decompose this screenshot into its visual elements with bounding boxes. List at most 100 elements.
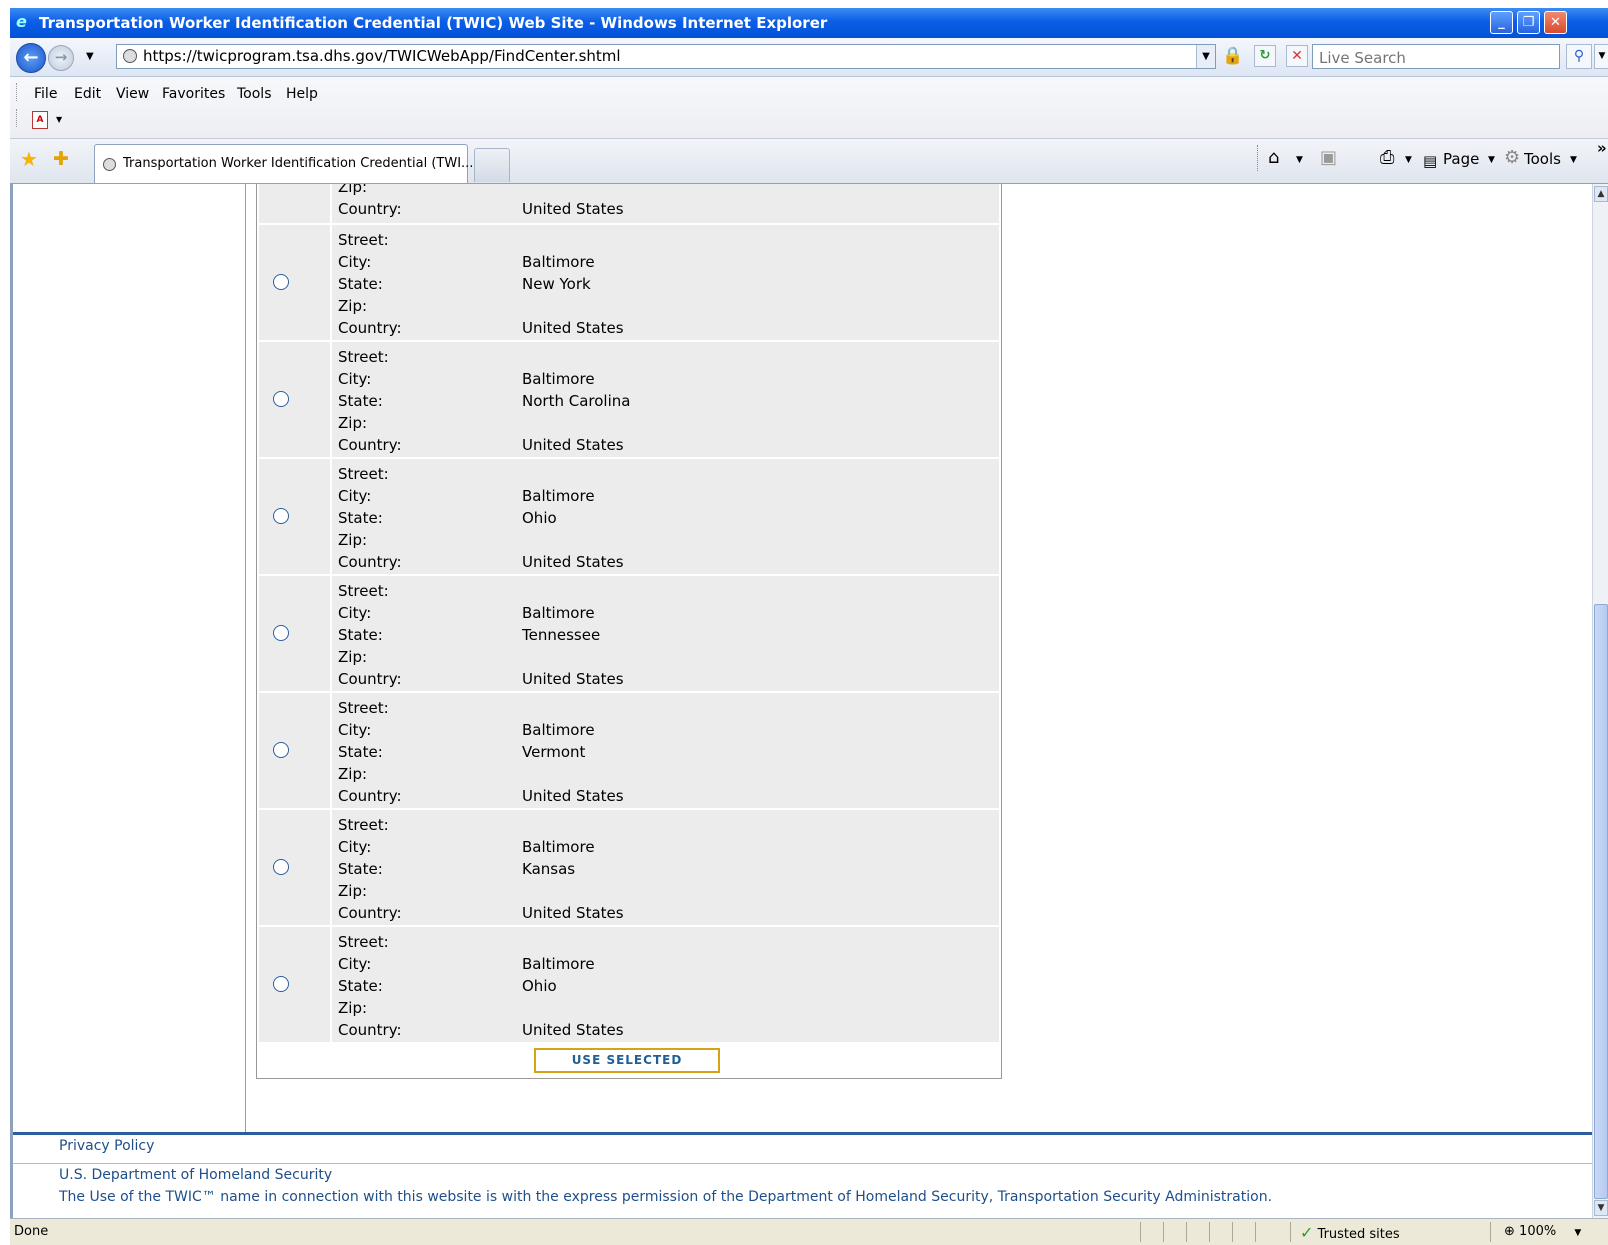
page-dropdown-icon[interactable]: ▼ bbox=[1488, 155, 1495, 165]
forward-button[interactable]: → bbox=[48, 45, 74, 71]
zoom-level: 100% bbox=[1519, 1224, 1557, 1239]
country-label: Country: bbox=[338, 200, 402, 218]
page-icon: ▤ bbox=[1423, 152, 1438, 170]
location-radio[interactable] bbox=[273, 742, 289, 758]
tools-dropdown-icon[interactable]: ▼ bbox=[1570, 155, 1577, 165]
live-search-box[interactable] bbox=[1312, 44, 1560, 69]
window-title: Transportation Worker Identification Cre… bbox=[39, 14, 828, 32]
location-radio[interactable] bbox=[273, 976, 289, 992]
city-label: City: bbox=[338, 253, 372, 271]
state-value: North Carolina bbox=[522, 392, 631, 410]
country-label: Country: bbox=[338, 1021, 402, 1039]
search-options-dropdown-icon[interactable]: ▼ bbox=[1594, 44, 1608, 69]
address-cell: Street: City: Baltimore State: New York … bbox=[332, 225, 999, 340]
table-row: Zip: Country: United States bbox=[259, 184, 999, 223]
scroll-down-icon[interactable]: ▼ bbox=[1594, 1200, 1608, 1216]
address-cell: Street: City: Baltimore State: North Car… bbox=[332, 342, 999, 457]
scroll-thumb[interactable] bbox=[1594, 604, 1608, 1199]
feeds-icon[interactable]: ▣ bbox=[1320, 148, 1337, 168]
address-cell: Zip: Country: United States bbox=[332, 184, 999, 223]
search-icon[interactable]: ⚲ bbox=[1566, 44, 1592, 69]
add-favorite-icon[interactable]: ✚ bbox=[53, 149, 69, 169]
zoom-dropdown-icon[interactable]: ▼ bbox=[1574, 1228, 1581, 1238]
search-input[interactable] bbox=[1317, 46, 1551, 69]
location-radio[interactable] bbox=[273, 625, 289, 641]
zip-label: Zip: bbox=[338, 531, 368, 549]
back-button[interactable]: ← bbox=[16, 43, 46, 73]
location-radio[interactable] bbox=[273, 508, 289, 524]
table-row: Street: City: Baltimore State: New York … bbox=[259, 225, 999, 340]
menu-edit[interactable]: Edit bbox=[74, 86, 101, 102]
country-label: Country: bbox=[338, 553, 402, 571]
menu-file[interactable]: File bbox=[34, 86, 57, 102]
menu-favorites[interactable]: Favorites bbox=[162, 86, 225, 102]
zip-label: Zip: bbox=[338, 765, 368, 783]
menu-tools[interactable]: Tools bbox=[237, 86, 272, 102]
tools-menu-button[interactable]: Tools bbox=[1524, 150, 1561, 168]
site-favicon-icon bbox=[123, 49, 137, 63]
country-label: Country: bbox=[338, 904, 402, 922]
vertical-scrollbar[interactable]: ▲ ▼ bbox=[1592, 184, 1608, 1218]
menu-help[interactable]: Help bbox=[286, 86, 318, 102]
tab-label: Transportation Worker Identification Cre… bbox=[123, 156, 474, 171]
zip-label: Zip: bbox=[338, 648, 368, 666]
home-icon[interactable]: ⌂ bbox=[1268, 148, 1279, 168]
street-label: Street: bbox=[338, 231, 389, 249]
print-dropdown-icon[interactable]: ▼ bbox=[1405, 155, 1412, 165]
status-cell bbox=[1232, 1222, 1233, 1242]
scroll-up-icon[interactable]: ▲ bbox=[1594, 186, 1608, 202]
country-label: Country: bbox=[338, 436, 402, 454]
city-label: City: bbox=[338, 721, 372, 739]
tab-twic[interactable]: Transportation Worker Identification Cre… bbox=[94, 144, 473, 183]
privacy-policy-link[interactable]: Privacy Policy bbox=[59, 1138, 154, 1154]
pdf-dropdown-icon[interactable]: ▼ bbox=[56, 115, 62, 124]
minimize-button[interactable]: _ bbox=[1490, 11, 1513, 34]
close-button[interactable]: ✕ bbox=[1544, 11, 1567, 34]
menu-view[interactable]: View bbox=[116, 86, 149, 102]
print-icon[interactable]: ⎙ bbox=[1380, 148, 1394, 168]
state-label: State: bbox=[338, 509, 383, 527]
status-cell bbox=[1255, 1222, 1256, 1242]
street-label: Street: bbox=[338, 348, 389, 366]
footer-separator bbox=[13, 1163, 1592, 1164]
location-radio[interactable] bbox=[273, 391, 289, 407]
security-zone[interactable]: ✓ Trusted sites bbox=[1300, 1223, 1400, 1242]
city-value: Baltimore bbox=[522, 487, 595, 505]
new-tab-button[interactable] bbox=[474, 148, 510, 182]
page-menu-button[interactable]: Page bbox=[1443, 150, 1479, 168]
city-value: Baltimore bbox=[522, 370, 595, 388]
toolbar-grip[interactable] bbox=[16, 109, 20, 127]
window-title-bar[interactable]: e Transportation Worker Identification C… bbox=[10, 8, 1608, 38]
city-value: Baltimore bbox=[522, 721, 595, 739]
refresh-button[interactable]: ↻ bbox=[1254, 45, 1276, 67]
favorites-star-icon[interactable]: ★ bbox=[20, 149, 38, 169]
security-lock-icon[interactable]: 🔒 bbox=[1222, 45, 1243, 68]
recent-pages-dropdown-icon[interactable]: ▼ bbox=[86, 51, 94, 62]
location-radio[interactable] bbox=[273, 274, 289, 290]
stop-button[interactable]: ✕ bbox=[1286, 45, 1308, 67]
status-cell bbox=[1163, 1222, 1164, 1242]
url-text[interactable]: https://twicprogram.tsa.dhs.gov/TWICWebA… bbox=[143, 45, 621, 68]
address-cell: Street: City: Baltimore State: Ohio Zip:… bbox=[332, 459, 999, 574]
location-radio[interactable] bbox=[273, 859, 289, 875]
table-row: Street: City: Baltimore State: Ohio Zip:… bbox=[259, 927, 999, 1042]
toolbar-grip[interactable] bbox=[16, 83, 20, 101]
address-cell: Street: City: Baltimore State: Ohio Zip:… bbox=[332, 927, 999, 1042]
zoom-control[interactable]: ⊕ 100% ▼ bbox=[1504, 1224, 1581, 1239]
pdf-convert-icon[interactable]: A bbox=[32, 111, 48, 129]
address-dropdown-icon[interactable]: ▼ bbox=[1196, 45, 1215, 68]
gear-icon: ⚙ bbox=[1504, 147, 1521, 168]
restore-button[interactable]: ❐ bbox=[1517, 11, 1540, 34]
state-label: State: bbox=[338, 275, 383, 293]
status-cell bbox=[1290, 1222, 1291, 1242]
address-cell: Street: City: Baltimore State: Vermont Z… bbox=[332, 693, 999, 808]
address-field[interactable]: https://twicprogram.tsa.dhs.gov/TWICWebA… bbox=[116, 44, 1216, 69]
use-selected-button[interactable]: USE SELECTED bbox=[534, 1048, 720, 1073]
home-dropdown-icon[interactable]: ▼ bbox=[1296, 155, 1303, 165]
state-label: State: bbox=[338, 743, 383, 761]
state-value: New York bbox=[522, 275, 591, 293]
city-value: Baltimore bbox=[522, 604, 595, 622]
more-tools-chevron-icon[interactable]: » bbox=[1597, 139, 1607, 157]
address-cell: Street: City: Baltimore State: Tennessee… bbox=[332, 576, 999, 691]
address-toolbar: ← → ▼ https://twicprogram.tsa.dhs.gov/TW… bbox=[10, 38, 1608, 77]
